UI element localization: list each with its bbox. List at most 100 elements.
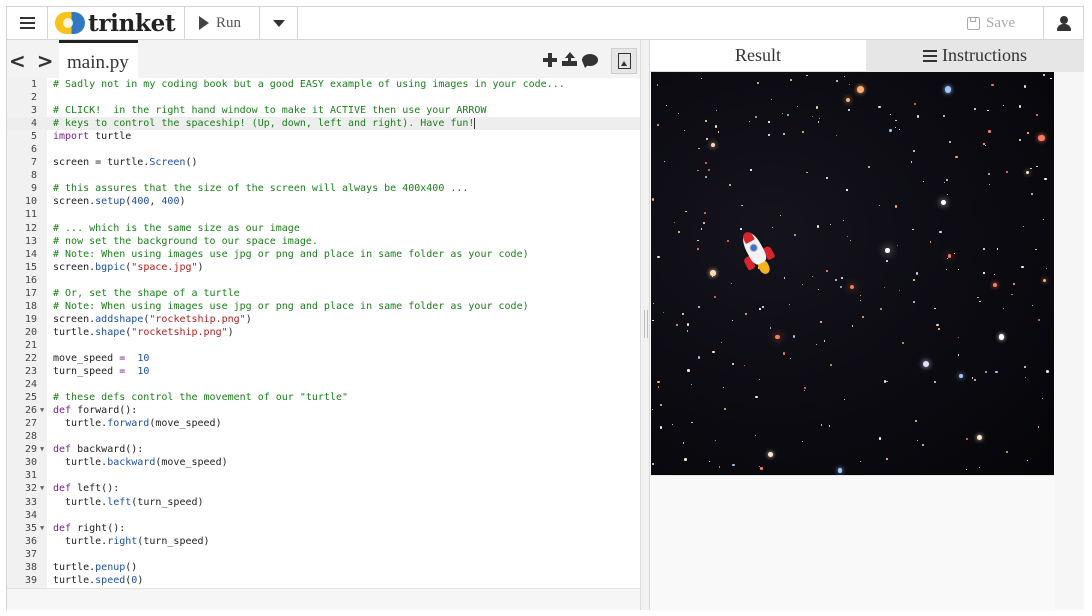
star bbox=[921, 443, 925, 447]
fold-toggle-icon[interactable]: ▼ bbox=[40, 482, 44, 495]
tab-result[interactable]: Result bbox=[650, 40, 866, 72]
rocketship-turtle-icon bbox=[732, 225, 783, 282]
star bbox=[1043, 279, 1047, 283]
star bbox=[953, 252, 955, 254]
pane-splitter[interactable] bbox=[640, 40, 650, 610]
star bbox=[846, 235, 848, 238]
code-line[interactable]: 16 bbox=[7, 274, 640, 287]
star bbox=[836, 134, 837, 136]
line-number: 22 bbox=[24, 352, 37, 364]
code-line[interactable]: 1 # Sadly not in my coding book but a goo… bbox=[7, 78, 640, 91]
upload-icon[interactable] bbox=[562, 52, 577, 67]
text-cursor bbox=[474, 117, 476, 129]
code-line[interactable]: 9 # this assures that the size of the scr… bbox=[7, 182, 640, 195]
star bbox=[851, 325, 854, 327]
run-options-dropdown[interactable] bbox=[260, 7, 298, 39]
star bbox=[755, 395, 758, 398]
code-line[interactable]: 35 ▼ def right(): bbox=[7, 522, 640, 535]
code-line[interactable]: 21 bbox=[7, 339, 640, 352]
star bbox=[665, 104, 668, 106]
code-text: # Or, set the shape of a turtle bbox=[53, 287, 240, 299]
turtle-canvas[interactable] bbox=[651, 72, 1054, 475]
code-line[interactable]: 30 turtle.backward(move_speed) bbox=[7, 456, 640, 469]
code-line[interactable]: 25 # these defs control the movement of o… bbox=[7, 391, 640, 404]
code-line[interactable]: 32 ▼ def left(): bbox=[7, 482, 640, 495]
star bbox=[945, 86, 952, 93]
fold-toggle-icon[interactable]: ▼ bbox=[40, 522, 44, 535]
code-line[interactable]: 5 import turtle bbox=[7, 130, 640, 143]
star bbox=[819, 320, 823, 324]
star bbox=[878, 106, 881, 109]
star bbox=[1046, 268, 1048, 270]
code-line[interactable]: 19 screen.addshape("rocketship.png") bbox=[7, 313, 640, 326]
code-line[interactable]: 17 # Or, set the shape of a turtle bbox=[7, 287, 640, 300]
star bbox=[690, 383, 693, 386]
star bbox=[1035, 113, 1038, 116]
code-line[interactable]: 36 turtle.right(turn_speed) bbox=[7, 535, 640, 548]
star bbox=[922, 181, 924, 183]
caret-down-icon bbox=[272, 19, 285, 27]
code-line[interactable]: 14 # Note: When using images use jpg or p… bbox=[7, 248, 640, 261]
code-line[interactable]: 15 screen.bgpic("space.jpg") bbox=[7, 261, 640, 274]
line-number: 13 bbox=[24, 235, 37, 247]
star bbox=[732, 463, 735, 466]
code-line[interactable]: 13 # now set the background to our space … bbox=[7, 235, 640, 248]
code-line[interactable]: 39 turtle.speed(0) bbox=[7, 574, 640, 587]
code-line[interactable]: 12 # ... which is the same size as our im… bbox=[7, 222, 640, 235]
code-text: turtle.left(turn_speed) bbox=[53, 496, 204, 508]
code-line[interactable]: 27 turtle.forward(move_speed) bbox=[7, 417, 640, 430]
save-button[interactable]: Save bbox=[967, 7, 1045, 39]
code-lines: 1 # Sadly not in my coding book but a goo… bbox=[7, 78, 640, 587]
code-text: turtle.penup() bbox=[53, 561, 138, 573]
star bbox=[1023, 85, 1026, 88]
code-view-toggle[interactable]: < > bbox=[9, 49, 55, 73]
tab-instructions[interactable]: Instructions bbox=[866, 40, 1084, 72]
file-tab-main-py[interactable]: main.py bbox=[59, 40, 138, 78]
star bbox=[703, 222, 706, 225]
run-button[interactable]: Run bbox=[184, 7, 260, 39]
code-line[interactable]: 10 screen.setup(400, 400) bbox=[7, 195, 640, 208]
code-text: import turtle bbox=[53, 131, 132, 143]
star bbox=[811, 275, 814, 278]
code-line[interactable]: 3 # CLICK! in the right hand window to ma… bbox=[7, 104, 640, 117]
images-button[interactable] bbox=[611, 48, 637, 74]
comment-icon[interactable] bbox=[582, 53, 598, 68]
code-line[interactable]: 11 bbox=[7, 208, 640, 221]
code-line[interactable]: 24 bbox=[7, 378, 640, 391]
star bbox=[786, 113, 789, 116]
code-line[interactable]: 2 bbox=[7, 91, 640, 104]
menu-button[interactable] bbox=[7, 7, 48, 39]
code-line[interactable]: 7 screen = turtle.Screen() bbox=[7, 156, 640, 169]
fold-toggle-icon[interactable]: ▼ bbox=[40, 443, 44, 456]
star bbox=[803, 386, 807, 389]
star bbox=[705, 137, 708, 141]
line-number: 5 bbox=[30, 131, 37, 143]
star bbox=[1044, 177, 1047, 181]
code-line[interactable]: 23 turn_speed = 10 bbox=[7, 365, 640, 378]
code-line[interactable]: 33 turtle.left(turn_speed) bbox=[7, 496, 640, 509]
code-line[interactable]: 18 # Note: When using images use jpg or p… bbox=[7, 300, 640, 313]
code-line[interactable]: 37 bbox=[7, 548, 640, 561]
plus-icon[interactable] bbox=[543, 52, 557, 67]
code-line[interactable]: 28 bbox=[7, 430, 640, 443]
code-line[interactable]: 34 bbox=[7, 509, 640, 522]
user-menu-button[interactable] bbox=[1043, 7, 1083, 39]
star bbox=[943, 115, 946, 118]
code-line[interactable]: 4 # keys to control the spaceship! (Up, d… bbox=[7, 117, 640, 131]
star bbox=[697, 248, 699, 250]
user-icon bbox=[1056, 15, 1071, 31]
code-line[interactable]: 31 bbox=[7, 469, 640, 482]
code-line[interactable]: 20 turtle.shape("rocketship.png") bbox=[7, 326, 640, 339]
star bbox=[1018, 105, 1021, 108]
code-line[interactable]: 38 turtle.penup() bbox=[7, 561, 640, 574]
code-line[interactable]: 22 move_speed = 10 bbox=[7, 352, 640, 365]
code-text: def right(): bbox=[53, 522, 126, 534]
code-line[interactable]: 8 bbox=[7, 169, 640, 182]
code-line[interactable]: 29 ▼ def backward(): bbox=[7, 443, 640, 456]
star bbox=[728, 184, 731, 187]
fold-toggle-icon[interactable]: ▼ bbox=[40, 404, 44, 417]
code-editor[interactable]: 1 # Sadly not in my coding book but a goo… bbox=[6, 78, 640, 588]
code-line[interactable]: 6 bbox=[7, 143, 640, 156]
trinket-logo[interactable]: trinket bbox=[55, 9, 176, 37]
code-line[interactable]: 26 ▼ def forward(): bbox=[7, 404, 640, 417]
